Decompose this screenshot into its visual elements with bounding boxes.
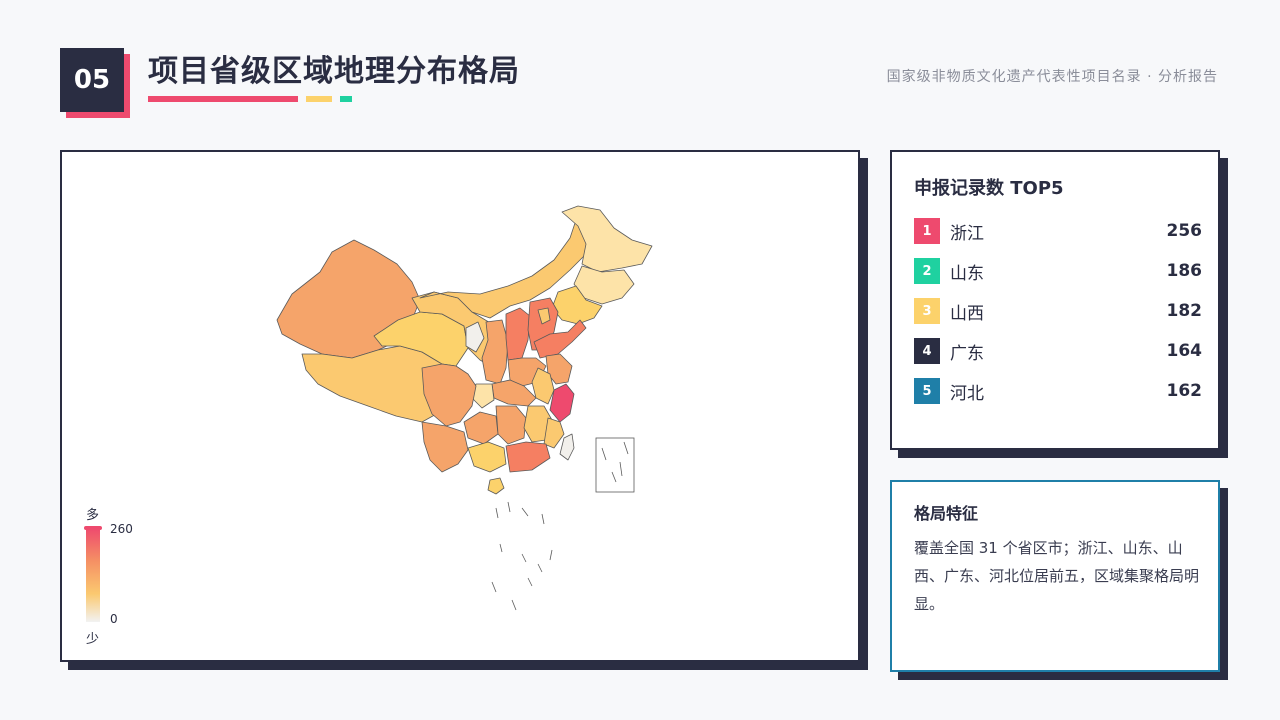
accent-bar-yellow xyxy=(306,96,332,102)
region-fujian xyxy=(543,417,565,449)
rank-province-name: 河北 xyxy=(950,383,984,404)
region-yunnan xyxy=(421,421,469,473)
south-sea-inset-frame xyxy=(595,437,635,493)
rank-row: 3 山西 182 xyxy=(914,298,1202,324)
feature-panel: 格局特征 覆盖全国 31 个省区市；浙江、山东、山西、广东、河北位居前五，区域集… xyxy=(890,480,1220,672)
rank-number-badge: 3 xyxy=(914,298,940,324)
report-label: 国家级非物质文化遗产代表性项目名录 · 分析报告 xyxy=(886,69,1218,85)
rank-value: 182 xyxy=(1166,301,1203,321)
rank-row: 2 山东 186 xyxy=(914,258,1202,284)
region-hunan xyxy=(495,405,527,445)
color-scale-legend: 多 260 0 少 xyxy=(84,504,164,647)
rank-value: 162 xyxy=(1166,381,1203,401)
top5-title: 申报记录数 TOP5 xyxy=(914,178,1064,199)
rank-province-name: 山西 xyxy=(950,303,984,324)
rank-row: 1 浙江 256 xyxy=(914,218,1202,244)
china-choropleth-map[interactable] xyxy=(62,152,858,660)
rank-row: 5 河北 162 xyxy=(914,378,1202,404)
rank-number-badge: 1 xyxy=(914,218,940,244)
page-title: 项目省级区域地理分布格局 xyxy=(148,54,520,89)
region-shanxi xyxy=(505,307,531,361)
accent-bar-green xyxy=(340,96,352,102)
accent-bar-red xyxy=(148,96,298,102)
legend-min-value: 0 xyxy=(110,612,118,626)
legend-bottom-label: 少 xyxy=(86,632,100,647)
rank-province-name: 广东 xyxy=(950,343,984,364)
feature-description: 覆盖全国 31 个省区市；浙江、山东、山西、广东、河北位居前五，区域集聚格局明显… xyxy=(914,539,1200,613)
feature-title: 格局特征 xyxy=(914,504,979,523)
rank-number-badge: 2 xyxy=(914,258,940,284)
rank-number-badge: 5 xyxy=(914,378,940,404)
section-number-badge: 05 xyxy=(60,48,124,112)
top5-panel: 申报记录数 TOP5 1 浙江 256 2 山东 186 3 山西 182 4 广东 164 5 河北 16… xyxy=(890,150,1220,450)
rank-value: 256 xyxy=(1166,221,1203,241)
legend-gradient-bar xyxy=(86,528,100,622)
rank-number-badge: 4 xyxy=(914,338,940,364)
rank-province-name: 山东 xyxy=(950,263,984,284)
region-hainan xyxy=(487,477,505,495)
rank-row: 4 广东 164 xyxy=(914,338,1202,364)
legend-max-value: 260 xyxy=(110,522,133,536)
rank-province-name: 浙江 xyxy=(950,223,984,244)
rank-value: 164 xyxy=(1166,341,1203,361)
region-guangdong xyxy=(505,441,551,473)
region-guizhou xyxy=(463,411,499,445)
rank-value: 186 xyxy=(1166,261,1203,281)
map-panel: 多 260 0 少 xyxy=(60,150,860,662)
legend-top-label: 多 xyxy=(86,508,100,523)
region-taiwan xyxy=(559,433,575,461)
region-guangxi xyxy=(467,441,507,473)
